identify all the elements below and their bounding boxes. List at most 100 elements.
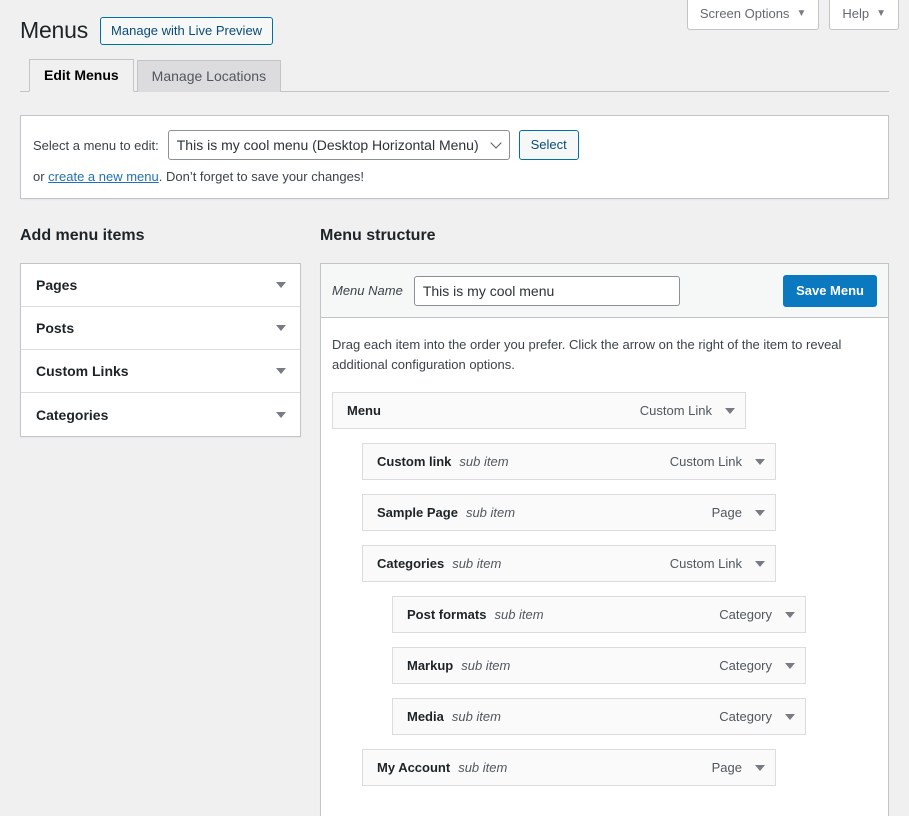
- menu-item-row[interactable]: Post formats sub item Category: [392, 596, 806, 633]
- menu-item-sub-label: sub item: [466, 505, 515, 520]
- screen-options-label: Screen Options: [700, 6, 790, 22]
- menu-item-title: Menu: [347, 403, 381, 418]
- chevron-down-icon[interactable]: [276, 412, 286, 418]
- tab-edit-menus[interactable]: Edit Menus: [29, 59, 134, 92]
- chevron-down-icon[interactable]: [276, 368, 286, 374]
- help-button[interactable]: Help ▼: [829, 0, 899, 30]
- chevron-down-icon[interactable]: [755, 510, 765, 516]
- menu-item-sub-label: sub item: [452, 709, 501, 724]
- menu-item-label-group: Markup sub item: [407, 658, 510, 673]
- menu-item-type: Page: [712, 760, 742, 775]
- chevron-down-icon: ▼: [796, 9, 806, 19]
- menu-item-meta-group: Category: [719, 607, 795, 622]
- menu-item-label-group: My Account sub item: [377, 760, 507, 775]
- add-menu-items-accordion: Pages Posts Custom Links Categories: [20, 263, 301, 437]
- menu-structure-body: Drag each item into the order you prefer…: [321, 318, 888, 786]
- accordion-label: Custom Links: [36, 363, 129, 379]
- menu-item-sub-label: sub item: [452, 556, 501, 571]
- chevron-down-icon[interactable]: [725, 408, 735, 414]
- screen-meta-links: Screen Options ▼ Help ▼: [687, 0, 899, 30]
- manage-with-live-preview-button[interactable]: Manage with Live Preview: [100, 17, 273, 45]
- chevron-down-icon[interactable]: [755, 561, 765, 567]
- chevron-down-icon[interactable]: [755, 765, 765, 771]
- menu-item-label-group: Post formats sub item: [407, 607, 544, 622]
- menu-item-meta-group: Custom Link: [640, 403, 735, 418]
- menu-item-title: Categories: [377, 556, 444, 571]
- accordion-label: Pages: [36, 277, 77, 293]
- page-title: Menus: [20, 16, 88, 46]
- page-header: Menus Manage with Live Preview: [20, 16, 273, 46]
- chevron-down-icon[interactable]: [785, 612, 795, 618]
- menu-name-label: Menu Name: [332, 283, 403, 298]
- chevron-down-icon[interactable]: [276, 282, 286, 288]
- menu-item-type: Custom Link: [640, 403, 712, 418]
- accordion-item-custom-links[interactable]: Custom Links: [21, 350, 300, 393]
- menu-item-title: Custom link: [377, 454, 451, 469]
- menu-item-row[interactable]: Custom link sub item Custom Link: [362, 443, 776, 480]
- accordion-label: Posts: [36, 320, 74, 336]
- select-button[interactable]: Select: [519, 130, 579, 160]
- menu-item-sub-label: sub item: [459, 454, 508, 469]
- menu-item-type: Category: [719, 709, 772, 724]
- menu-item-sub-label: sub item: [461, 658, 510, 673]
- chevron-down-icon[interactable]: [755, 459, 765, 465]
- menu-item-meta-group: Custom Link: [670, 454, 765, 469]
- create-menu-line: or create a new menu. Don’t forget to sa…: [33, 169, 876, 184]
- select-menu-label: Select a menu to edit:: [33, 138, 159, 153]
- menu-item-title: Media: [407, 709, 444, 724]
- accordion-item-pages[interactable]: Pages: [21, 264, 300, 307]
- chevron-down-icon[interactable]: [785, 663, 795, 669]
- save-menu-button[interactable]: Save Menu: [783, 275, 877, 307]
- menu-item-row[interactable]: Markup sub item Category: [392, 647, 806, 684]
- menu-item-title: My Account: [377, 760, 450, 775]
- menu-select-value: This is my cool menu (Desktop Horizontal…: [177, 137, 479, 153]
- chevron-down-icon: ▼: [876, 9, 886, 19]
- menu-item-row[interactable]: Sample Page sub item Page: [362, 494, 776, 531]
- accordion-item-posts[interactable]: Posts: [21, 307, 300, 350]
- menu-selector-panel: Select a menu to edit: This is my cool m…: [20, 115, 889, 199]
- menu-item-meta-group: Page: [712, 505, 765, 520]
- screen-options-button[interactable]: Screen Options ▼: [687, 0, 820, 30]
- menu-item-sub-label: sub item: [494, 607, 543, 622]
- add-menu-items-heading: Add menu items: [20, 227, 144, 245]
- chevron-down-icon: [490, 137, 501, 148]
- chevron-down-icon[interactable]: [276, 325, 286, 331]
- menu-item-sub-label: sub item: [458, 760, 507, 775]
- menu-item-label-group: Media sub item: [407, 709, 501, 724]
- menu-item-label-group: Menu: [347, 403, 381, 418]
- menu-item-label-group: Categories sub item: [377, 556, 501, 571]
- menu-name-bar: Menu Name Save Menu: [321, 264, 888, 318]
- menu-select-dropdown[interactable]: This is my cool menu (Desktop Horizontal…: [168, 130, 510, 160]
- menu-item-label-group: Sample Page sub item: [377, 505, 515, 520]
- menu-item-row[interactable]: Categories sub item Custom Link: [362, 545, 776, 582]
- menu-item-type: Page: [712, 505, 742, 520]
- menu-item-row[interactable]: Menu Custom Link: [332, 392, 746, 429]
- save-reminder-text: . Don’t forget to save your changes!: [159, 169, 364, 184]
- help-label: Help: [842, 6, 869, 22]
- menu-item-title: Sample Page: [377, 505, 458, 520]
- menu-item-type: Custom Link: [670, 556, 742, 571]
- menu-item-meta-group: Category: [719, 709, 795, 724]
- menu-item-label-group: Custom link sub item: [377, 454, 509, 469]
- menu-name-input[interactable]: [414, 276, 680, 306]
- menu-item-type: Category: [719, 607, 772, 622]
- create-a-new-menu-link[interactable]: create a new menu: [48, 169, 159, 184]
- or-text: or: [33, 169, 48, 184]
- chevron-down-icon[interactable]: [785, 714, 795, 720]
- accordion-item-categories[interactable]: Categories: [21, 393, 300, 436]
- menu-item-title: Markup: [407, 658, 453, 673]
- drag-instructions: Drag each item into the order you prefer…: [332, 335, 856, 374]
- menu-selector-row: Select a menu to edit: This is my cool m…: [33, 130, 876, 160]
- tab-manage-locations[interactable]: Manage Locations: [137, 60, 281, 92]
- menu-item-title: Post formats: [407, 607, 486, 622]
- menu-name-group: Menu Name: [332, 276, 680, 306]
- menu-structure-panel: Menu Name Save Menu Drag each item into …: [320, 263, 889, 816]
- menu-item-row[interactable]: Media sub item Category: [392, 698, 806, 735]
- menu-structure-heading: Menu structure: [320, 227, 436, 245]
- menu-item-row[interactable]: My Account sub item Page: [362, 749, 776, 786]
- nav-tab-bar: Edit Menus Manage Locations: [20, 61, 889, 92]
- accordion-label: Categories: [36, 407, 108, 423]
- menu-item-type: Custom Link: [670, 454, 742, 469]
- menu-item-meta-group: Category: [719, 658, 795, 673]
- menu-item-meta-group: Page: [712, 760, 765, 775]
